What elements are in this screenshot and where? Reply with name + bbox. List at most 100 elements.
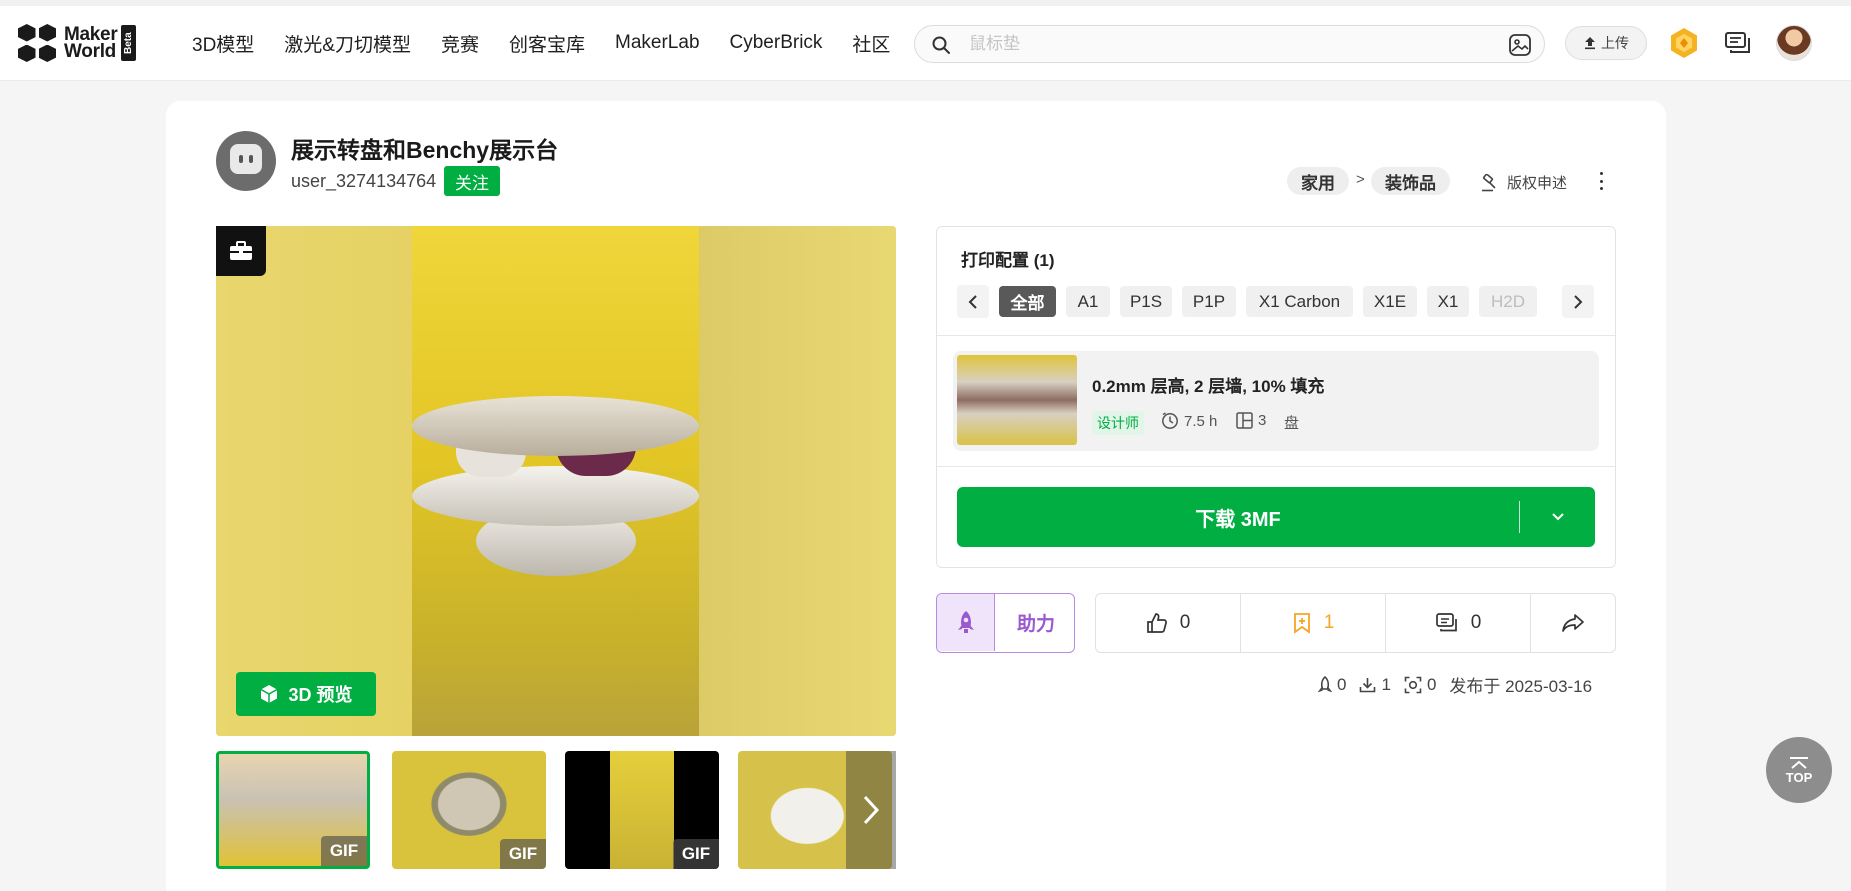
printer-chip-x1-carbon[interactable]: X1 Carbon — [1246, 286, 1353, 317]
printer-chip-x1[interactable]: X1 — [1427, 286, 1469, 317]
nav-item-laser-models[interactable]: 激光&刀切模型 — [284, 30, 411, 57]
share-button[interactable] — [1531, 594, 1615, 652]
action-bar: 0 1 0 — [1095, 593, 1616, 653]
nav-item-makerlab[interactable]: MakerLab — [615, 32, 700, 54]
model-stats: 0 1 0 发布于 2025-03-16 — [1318, 672, 1592, 697]
nav-item-community[interactable]: 社区 — [852, 30, 890, 57]
chevron-right-icon — [863, 795, 880, 825]
like-button[interactable]: 0 — [1096, 594, 1241, 652]
gavel-icon — [1482, 173, 1496, 191]
gif-badge: GIF — [500, 839, 546, 869]
download-3mf-button: 下载 3MF — [957, 487, 1595, 547]
plate-label: 盘 — [1284, 415, 1300, 432]
printer-scroll-left-button[interactable] — [957, 285, 989, 318]
printer-chip-p1s[interactable]: P1S — [1120, 286, 1172, 317]
follow-button[interactable]: 关注 — [444, 166, 500, 196]
thumbnail-next-button[interactable] — [846, 751, 896, 869]
download-stat: 1 — [1359, 675, 1391, 695]
nav-item-cyberbrick[interactable]: CyberBrick — [730, 32, 823, 54]
boost-label: 助力 — [1016, 614, 1055, 635]
3d-preview-label: 3D 预览 — [288, 685, 353, 705]
download-options-button[interactable] — [1520, 487, 1595, 547]
chevron-right-icon — [1574, 294, 1583, 309]
logo-text: Maker World — [64, 25, 118, 62]
model-title: 展示转盘和Benchy展示台 — [291, 137, 559, 163]
comment-button[interactable]: 0 — [1386, 594, 1531, 652]
print-time-value: 7.5 h — [1184, 412, 1218, 430]
print-config-title: 打印配置 (1) — [961, 251, 1055, 270]
clock-icon — [1162, 412, 1178, 429]
bookmark-icon — [1293, 613, 1310, 634]
divider — [937, 335, 1615, 336]
toolbox-icon[interactable] — [216, 226, 266, 276]
3d-preview-button[interactable]: 3D 预览 — [236, 672, 376, 716]
robot-avatar-icon — [230, 144, 262, 174]
search-icon — [932, 36, 950, 54]
boost-stat-value: 0 — [1337, 674, 1347, 694]
double-chevron-up-icon — [1790, 756, 1808, 769]
plate-grid-icon — [1236, 412, 1253, 429]
search-input[interactable] — [969, 32, 1449, 56]
print-profile-name: 0.2mm 层高, 2 层墙, 10% 填充 — [1092, 377, 1325, 396]
plate-count-value: 3 — [1258, 412, 1267, 429]
author-avatar[interactable] — [216, 131, 276, 191]
chevron-down-icon — [1551, 513, 1564, 521]
top-header: Maker World Beta 3D模型 激光&刀切模型 竞赛 创客宝库 Ma… — [0, 0, 1851, 81]
like-count: 0 — [1179, 612, 1191, 633]
logo-beta-badge: Beta — [121, 25, 137, 61]
gif-badge: GIF — [321, 836, 367, 866]
print-profile-thumbnail — [957, 355, 1077, 445]
thumbs-up-icon — [1146, 613, 1167, 633]
printer-chip-x1e[interactable]: X1E — [1363, 286, 1417, 317]
image-search-icon[interactable] — [1508, 33, 1532, 57]
print-stat-value: 0 — [1426, 674, 1437, 694]
download-icon — [1360, 678, 1376, 693]
thumbnail-2[interactable]: GIF — [392, 751, 546, 869]
turntable-upper-disc — [412, 396, 699, 456]
copyright-claim-link[interactable]: 版权申述 — [1481, 172, 1567, 193]
category-crumb-decor[interactable]: 装饰品 — [1371, 167, 1450, 195]
nav-item-maker-treasury[interactable]: 创客宝库 — [509, 30, 585, 57]
print-stat: 0 — [1404, 675, 1436, 695]
rocket-icon — [937, 594, 995, 651]
printer-scroll-right-button[interactable] — [1562, 285, 1594, 318]
back-to-top-button[interactable]: TOP — [1766, 737, 1832, 803]
nav-item-contests[interactable]: 竞赛 — [441, 30, 479, 57]
share-icon — [1562, 614, 1584, 632]
printer-chip-p1p[interactable]: P1P — [1182, 286, 1236, 317]
divider — [937, 466, 1615, 467]
author-name[interactable]: user_3274134764 — [291, 171, 436, 192]
cube-icon — [261, 685, 278, 703]
upload-icon — [1585, 37, 1595, 50]
chevron-left-icon — [968, 294, 977, 309]
print-scan-icon — [1404, 676, 1422, 693]
download-3mf-label[interactable]: 下载 3MF — [957, 487, 1519, 547]
makerworld-logo[interactable]: Maker World Beta — [18, 24, 137, 62]
comment-icon — [1435, 613, 1457, 632]
rocket-outline-icon — [1318, 675, 1332, 692]
user-avatar[interactable] — [1776, 25, 1812, 61]
gif-badge: GIF — [673, 839, 719, 869]
comment-count: 0 — [1470, 612, 1482, 633]
messages-icon[interactable] — [1723, 28, 1753, 58]
main-model-image[interactable] — [216, 226, 896, 736]
category-crumb-home[interactable]: 家用 — [1287, 167, 1349, 195]
back-to-top-label: TOP — [1785, 769, 1813, 785]
printer-chip-a1[interactable]: A1 — [1066, 286, 1110, 317]
thumbnail-3[interactable]: GIF — [565, 751, 719, 869]
favorite-button[interactable]: 1 — [1241, 594, 1386, 652]
upload-label: 上传 — [1601, 35, 1629, 51]
boost-button[interactable]: 助力 — [936, 593, 1075, 653]
search-bar — [914, 25, 1545, 63]
upload-button[interactable]: 上传 — [1565, 26, 1647, 60]
printer-chip-h2d[interactable]: H2D — [1479, 286, 1537, 317]
publish-date: 发布于 2025-03-16 — [1449, 677, 1593, 696]
thumbnail-1[interactable]: GIF — [216, 751, 370, 869]
more-options-icon[interactable] — [1594, 168, 1608, 194]
main-nav: 3D模型 激光&刀切模型 竞赛 创客宝库 MakerLab CyberBrick… — [192, 0, 920, 86]
logo-line-2: World — [64, 41, 116, 62]
plate-count: 3 — [1236, 412, 1266, 429]
nav-item-3d-models[interactable]: 3D模型 — [192, 30, 254, 57]
membership-badge-icon[interactable] — [1667, 26, 1701, 60]
printer-chip-all[interactable]: 全部 — [999, 286, 1056, 317]
